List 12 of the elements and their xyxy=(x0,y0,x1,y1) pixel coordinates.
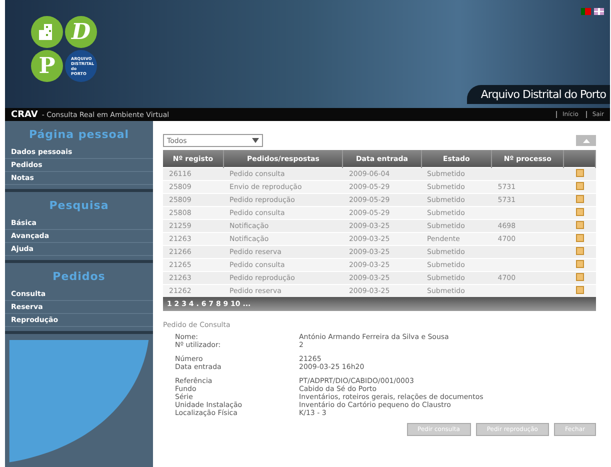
sidebar-heading: Pesquisa xyxy=(48,198,110,214)
uk-flag-icon[interactable] xyxy=(594,8,604,15)
logo-letter: P xyxy=(38,53,56,79)
sidebar-heading: Página pessoal xyxy=(28,127,130,143)
collapse-button[interactable] xyxy=(576,135,596,146)
caret-icon xyxy=(252,138,259,143)
site-title: Arquivo Distrital do Porto xyxy=(466,85,610,104)
portugal-flag-icon[interactable] xyxy=(581,8,591,15)
up-arrow-icon xyxy=(582,138,590,142)
sidebar-heading: Pedidos xyxy=(52,269,106,285)
logo-letter: D xyxy=(71,19,91,45)
brand-name: CRAV xyxy=(11,110,38,120)
